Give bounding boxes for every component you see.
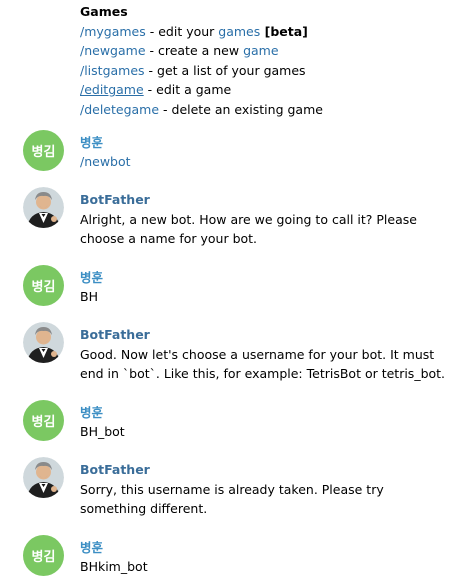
message-text: BH_bot	[80, 424, 125, 439]
avatar[interactable]: 병김	[23, 400, 64, 441]
command-link-editgame[interactable]: /editgame	[80, 82, 144, 97]
command-line-deletegame: /deletegame - delete an existing game	[80, 100, 323, 120]
command-link-newgame[interactable]: /newgame	[80, 43, 146, 58]
avatar[interactable]: 병김	[23, 130, 64, 171]
command-link-deletegame[interactable]: /deletegame	[80, 102, 159, 117]
message-text: Sorry, this username is already taken. P…	[80, 482, 384, 516]
command-line-listgames: /listgames - get a list of your games	[80, 61, 323, 81]
botfather-portrait-icon	[23, 187, 64, 228]
command-desc: - edit your	[145, 23, 219, 39]
beta-label: [beta]	[260, 23, 308, 39]
botfather-avatar[interactable]	[23, 457, 64, 498]
sender-name[interactable]: 병훈	[80, 402, 103, 421]
sender-name[interactable]: BotFather	[80, 462, 150, 477]
games-section-title: Games	[80, 4, 128, 19]
avatar-initials: 병김	[31, 415, 56, 430]
sender-name[interactable]: 병훈	[80, 132, 103, 151]
sender-name[interactable]: BotFather	[80, 327, 150, 342]
command-desc: - delete an existing game	[159, 101, 323, 117]
message-text: BH	[80, 289, 98, 304]
message-text: Good. Now let's choose a username for yo…	[80, 347, 446, 381]
sender-name[interactable]: BotFather	[80, 192, 150, 207]
avatar[interactable]: 병김	[23, 535, 64, 576]
botfather-avatar[interactable]	[23, 187, 64, 228]
message-text: /newbot	[80, 153, 452, 172]
avatar-initials: 병김	[31, 550, 56, 565]
command-line-mygames: /mygames - edit your games [beta]	[80, 22, 323, 42]
command-desc: - create a new	[145, 43, 244, 58]
command-desc: - get a list of your games	[144, 62, 306, 78]
botfather-portrait-icon	[23, 457, 64, 498]
sender-name[interactable]: 병훈	[80, 267, 103, 286]
command-line-editgame: /editgame - edit a game	[80, 80, 323, 100]
games-link[interactable]: games	[218, 24, 260, 39]
command-link-listgames[interactable]: /listgames	[80, 63, 145, 78]
command-link-mygames[interactable]: /mygames	[80, 24, 146, 39]
botfather-avatar[interactable]	[23, 322, 64, 363]
avatar[interactable]: 병김	[23, 265, 64, 306]
command-line-newgame: /newgame - create a new game	[80, 41, 323, 61]
message-text: BHkim_bot	[80, 559, 148, 574]
avatar-initials: 병김	[31, 280, 56, 295]
chat-history: Games /mygames - edit your games [beta] …	[0, 0, 467, 581]
message-text: Alright, a new bot. How are we going to …	[80, 212, 417, 246]
games-command-list: Games /mygames - edit your games [beta] …	[80, 2, 323, 119]
avatar-initials: 병김	[31, 145, 56, 160]
sender-name[interactable]: 병훈	[80, 537, 103, 556]
command-desc: - edit a game	[143, 82, 232, 97]
game-link[interactable]: game	[243, 43, 278, 58]
botfather-portrait-icon	[23, 322, 64, 363]
command-link-newbot[interactable]: /newbot	[80, 154, 131, 169]
